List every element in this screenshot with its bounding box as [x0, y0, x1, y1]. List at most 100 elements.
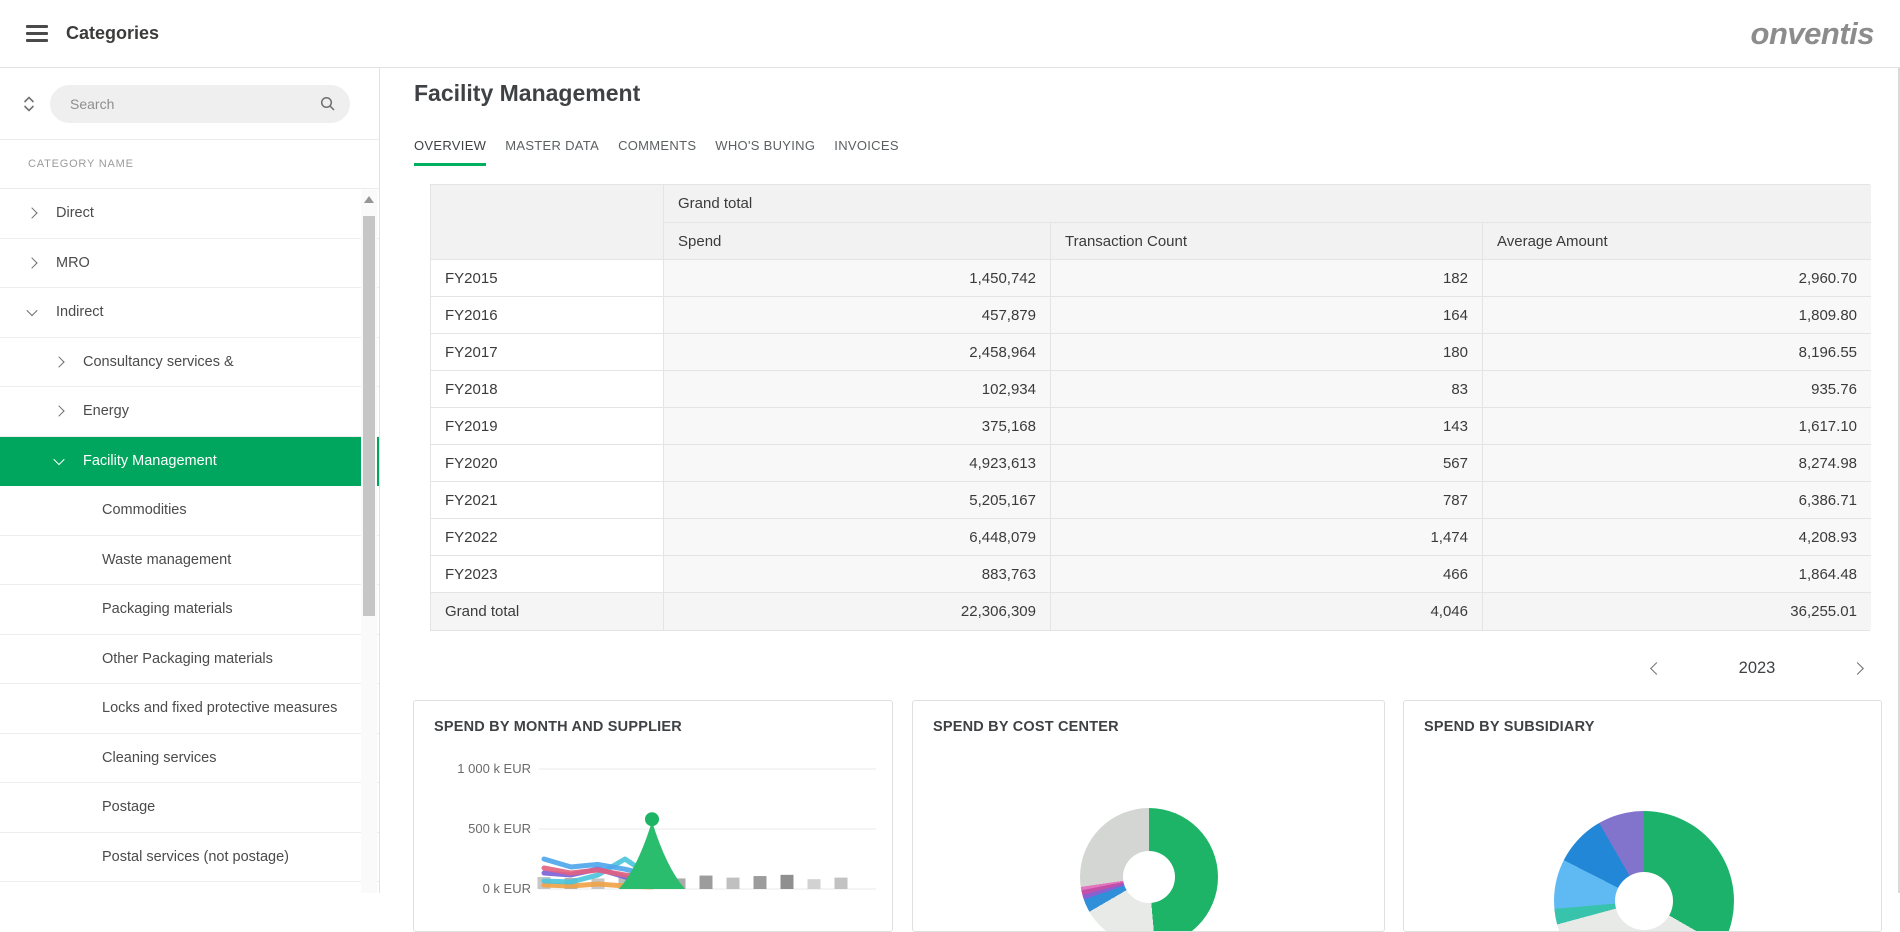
cell-transaction-count: 787 [1051, 482, 1483, 519]
sidebar-item-consultancy-services[interactable]: Consultancy services & [0, 338, 379, 388]
spend-by-month-chart: 1 000 k EUR500 k EUR0 k EUR [414, 701, 893, 932]
sidebar-item-indirect[interactable]: Indirect [0, 288, 379, 338]
cell-transaction-count: 83 [1051, 371, 1483, 408]
sidebar-item-energy[interactable]: Energy [0, 387, 379, 437]
sidebar-item-postage[interactable]: Postage [0, 783, 379, 833]
sidebar-item-locks-and-fixed-protective-measures[interactable]: Locks and fixed protective measures [0, 684, 379, 734]
sidebar-item-commodities[interactable]: Commodities [0, 486, 379, 536]
table-corner-cell [431, 185, 664, 260]
sidebar-item-label: Commodities [102, 502, 187, 518]
sidebar-item-waste-management[interactable]: Waste management [0, 536, 379, 586]
group-header-grand-total: Grand total [664, 185, 1871, 223]
row-label: FY2023 [431, 556, 664, 593]
row-label: FY2022 [431, 519, 664, 556]
sidebar-item-postal-services-not-postage[interactable]: Postal services (not postage) [0, 833, 379, 883]
panel-title: SPEND BY MONTH AND SUPPLIER [434, 719, 682, 735]
row-label: FY2020 [431, 445, 664, 482]
tab-invoices[interactable]: INVOICES [834, 138, 899, 166]
sidebar-item-label: Other Packaging materials [102, 651, 273, 667]
search-input[interactable] [68, 95, 320, 113]
chevron-down-icon [26, 305, 37, 316]
sort-arrows-icon [23, 96, 35, 112]
sidebar-scrollbar [361, 190, 377, 893]
sidebar-item-label: Consultancy services & [83, 354, 234, 370]
sidebar-item-label: Waste management [102, 552, 231, 568]
search-box [50, 85, 350, 123]
row-label: FY2016 [431, 297, 664, 334]
chevron-right-icon [53, 406, 64, 417]
spend-by-month-panel: SPEND BY MONTH AND SUPPLIER 1 000 k EUR 5… [413, 700, 893, 932]
y-axis-tick: 500 k EUR [468, 821, 531, 836]
panel-title: SPEND BY COST CENTER [933, 719, 1119, 735]
tab-overview[interactable]: OVERVIEW [414, 138, 486, 166]
column-header-average-amount: Average Amount [1483, 223, 1871, 260]
hamburger-menu-icon[interactable] [26, 21, 48, 46]
row-label: FY2015 [431, 260, 664, 297]
cell-average-amount: 2,960.70 [1483, 260, 1871, 297]
cell-average-amount: 4,208.93 [1483, 519, 1871, 556]
chevron-down-icon [53, 454, 64, 465]
subsidiary-donut-chart [1554, 811, 1734, 932]
column-header-transaction-count: Transaction Count [1051, 223, 1483, 260]
cell-transaction-count: 180 [1051, 334, 1483, 371]
panel-title: SPEND BY SUBSIDIARY [1424, 719, 1595, 735]
sidebar-item-label: Cleaning services [102, 750, 216, 766]
cell-spend: 4,923,613 [664, 445, 1051, 482]
cell-transaction-count: 164 [1051, 297, 1483, 334]
sidebar-item-label: Energy [83, 403, 129, 419]
sidebar-item-label: Locks and fixed protective measures [102, 700, 337, 716]
spend-by-cost-center-panel: SPEND BY COST CENTER [912, 700, 1385, 932]
chevron-right-icon [53, 356, 64, 367]
scrollbar-up-arrow[interactable] [364, 196, 374, 203]
cell-average-amount: 1,809.80 [1483, 297, 1871, 334]
tree-column-header: CATEGORY NAME [0, 140, 379, 189]
cell-average-amount: 8,274.98 [1483, 445, 1871, 482]
y-axis-tick: 1 000 k EUR [457, 761, 531, 776]
sidebar-item-label: Indirect [56, 304, 104, 320]
chevron-right-icon [26, 257, 37, 268]
year-pager: 2023 [1652, 652, 1862, 684]
category-sidebar: CATEGORY NAME Direct MRO Indirect Consultan… [0, 68, 380, 893]
total-cell-average-amount: 36,255.01 [1483, 593, 1871, 630]
cell-transaction-count: 182 [1051, 260, 1483, 297]
category-detail-title: Facility Management [414, 80, 640, 107]
top-bar: Categories onventis [0, 0, 1900, 68]
chevron-right-icon [26, 208, 37, 219]
sidebar-item-label: Facility Management [83, 453, 217, 469]
cell-transaction-count: 567 [1051, 445, 1483, 482]
search-icon [320, 96, 336, 112]
year-label: 2023 [1739, 659, 1776, 678]
cell-spend: 6,448,079 [664, 519, 1051, 556]
sidebar-item-mro[interactable]: MRO [0, 239, 379, 289]
sidebar-item-other-packaging-materials[interactable]: Other Packaging materials [0, 635, 379, 685]
tab-who-s-buying[interactable]: WHO'S BUYING [715, 138, 815, 166]
previous-year-button[interactable] [1650, 662, 1663, 675]
total-row-label: Grand total [431, 593, 664, 630]
page-title: Categories [66, 23, 159, 44]
sidebar-item-label: Packaging materials [102, 601, 233, 617]
next-year-button[interactable] [1851, 662, 1864, 675]
cell-transaction-count: 1,474 [1051, 519, 1483, 556]
row-label: FY2017 [431, 334, 664, 371]
total-cell-spend: 22,306,309 [664, 593, 1051, 630]
sidebar-item-label: MRO [56, 255, 90, 271]
row-label: FY2021 [431, 482, 664, 519]
cell-spend: 102,934 [664, 371, 1051, 408]
sidebar-item-label: Direct [56, 205, 94, 221]
sidebar-item-facility-management[interactable]: Facility Management [0, 437, 379, 487]
expand-collapse-all-button[interactable] [20, 96, 38, 112]
sidebar-item-packaging-materials[interactable]: Packaging materials [0, 585, 379, 635]
cell-spend: 5,205,167 [664, 482, 1051, 519]
sidebar-item-cleaning-services[interactable]: Cleaning services [0, 734, 379, 784]
tab-master-data[interactable]: MASTER DATA [505, 138, 599, 166]
cell-transaction-count: 466 [1051, 556, 1483, 593]
sidebar-item-label: Postal services (not postage) [102, 849, 289, 865]
sidebar-item-direct[interactable]: Direct [0, 189, 379, 239]
scrollbar-thumb[interactable] [363, 216, 375, 616]
cell-average-amount: 1,617.10 [1483, 408, 1871, 445]
tab-comments[interactable]: COMMENTS [618, 138, 696, 166]
column-header-spend: Spend [664, 223, 1051, 260]
cell-spend: 457,879 [664, 297, 1051, 334]
cell-average-amount: 8,196.55 [1483, 334, 1871, 371]
tabs: OVERVIEW MASTER DATA COMMENTS WHO'S BUYING I… [414, 138, 899, 166]
